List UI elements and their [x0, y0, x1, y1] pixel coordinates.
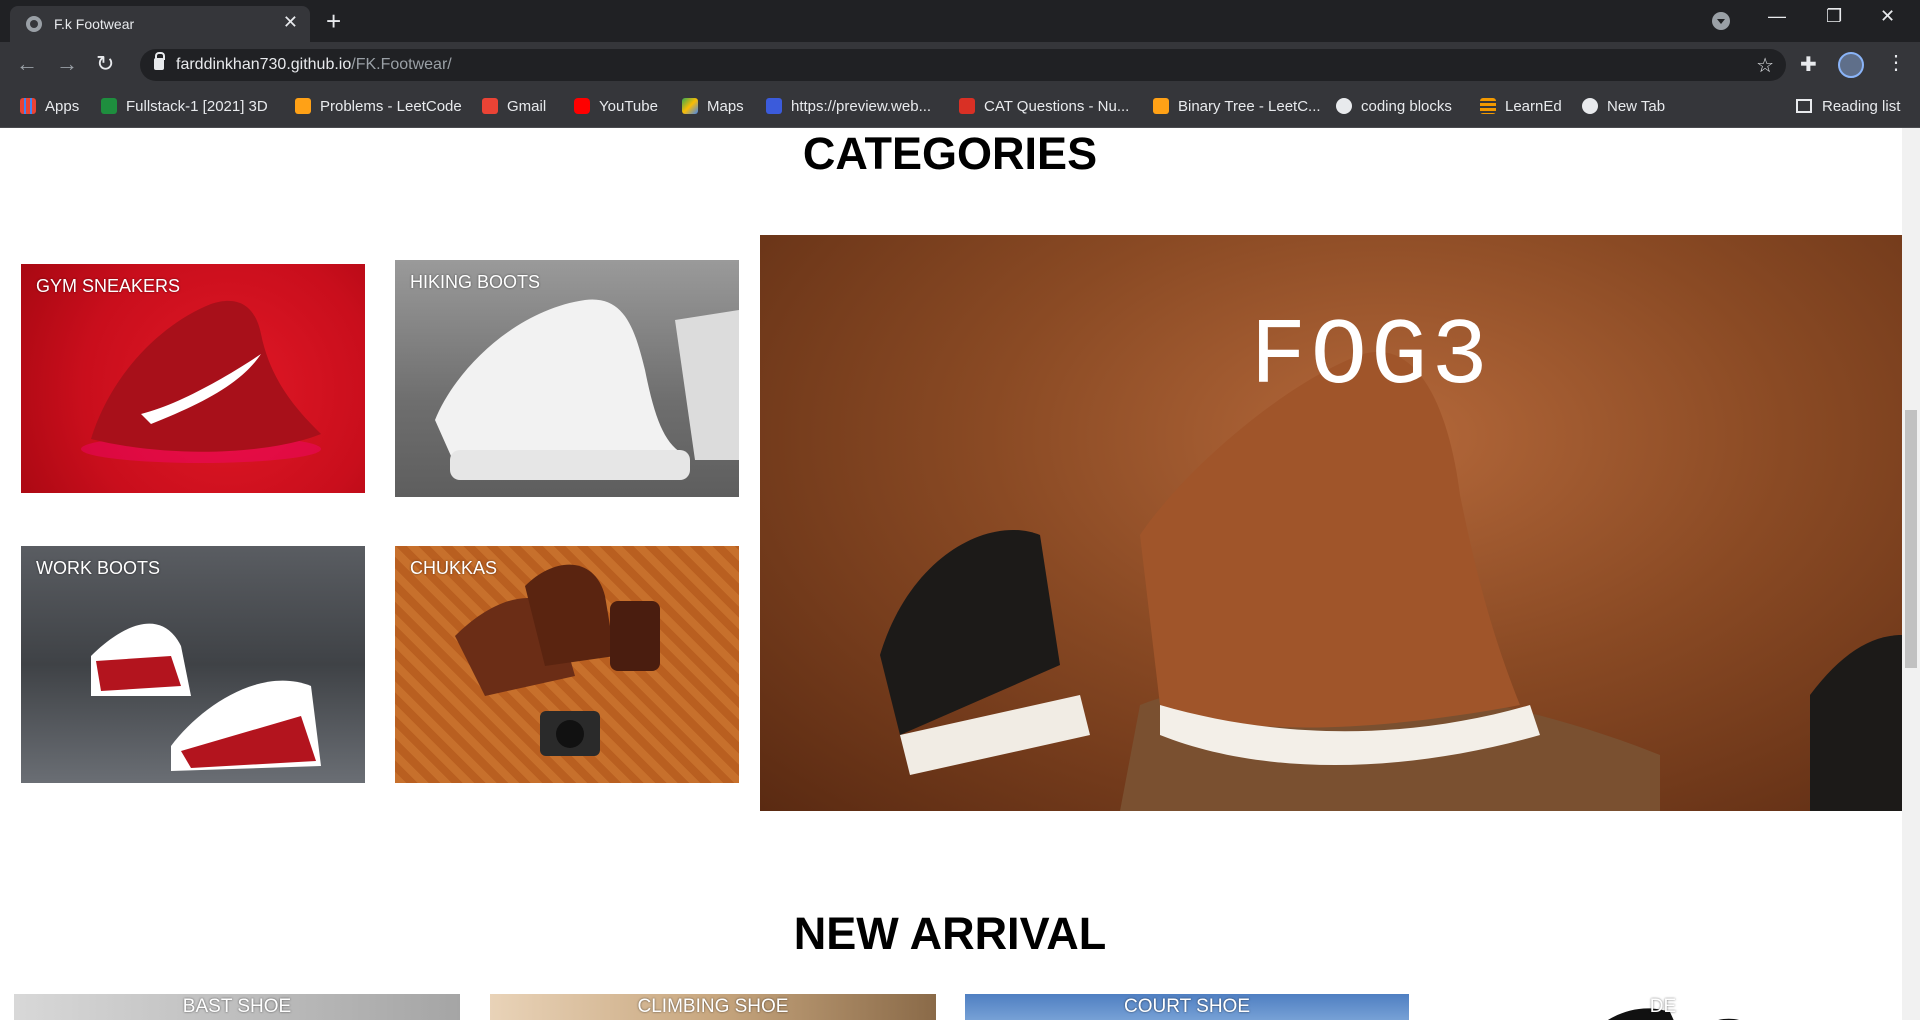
category-label: CHUKKAS	[410, 558, 498, 578]
page-scrollbar[interactable]	[1902, 128, 1920, 1020]
category-card-gym-sneakers[interactable]: GYM SNEAKERS	[21, 264, 365, 493]
category-label: GYM SNEAKERS	[36, 276, 181, 296]
red-sneaker-image	[81, 300, 321, 463]
leetcode-icon	[1153, 98, 1169, 114]
forward-icon[interactable]: →	[56, 52, 78, 76]
globe-icon	[1582, 98, 1598, 114]
category-card-chukkas[interactable]: CHUKKAS	[395, 546, 739, 783]
category-label: HIKING BOOTS	[410, 272, 541, 292]
browser-toolbar: ← → ↻ farddinkhan730.github.io/FK.Footwe…	[0, 42, 1920, 88]
featured-banner[interactable]: FOG3	[760, 235, 1902, 811]
category-card-work-boots[interactable]: WORK BOOTS	[21, 546, 365, 783]
bookmark-preview-web[interactable]: https://preview.web...	[766, 98, 931, 115]
scrollbar-thumb[interactable]	[1905, 410, 1917, 668]
classroom-icon	[101, 98, 117, 114]
close-tab-icon[interactable]: ✕	[283, 12, 298, 33]
bookmark-youtube[interactable]: YouTube	[574, 98, 658, 115]
categories-heading: CATEGORIES	[802, 128, 1098, 179]
minimize-icon[interactable]: —	[1768, 6, 1786, 27]
category-card-hiking-boots[interactable]: HIKING BOOTS	[395, 260, 739, 497]
bookmark-maps[interactable]: Maps	[682, 98, 744, 115]
new-arrival-heading: NEW ARRIVAL	[793, 908, 1107, 959]
reading-list-icon	[1796, 99, 1812, 113]
bookmark-learned[interactable]: LearnEd	[1480, 98, 1562, 115]
arrival-label: DE	[1649, 996, 1677, 1017]
url-text[interactable]: farddinkhan730.github.io/FK.Footwear/	[176, 56, 452, 74]
arrival-card-bast-shoe[interactable]: BAST SHOE	[14, 994, 460, 1020]
site-favicon-icon	[26, 16, 42, 32]
arrival-label: CLIMBING SHOE	[637, 996, 789, 1017]
bookmark-binary-tree[interactable]: Binary Tree - LeetC...	[1153, 98, 1321, 115]
lock-icon[interactable]	[154, 52, 165, 70]
hero-brand-text: FOG3	[1250, 305, 1492, 411]
learned-icon	[1480, 98, 1496, 114]
github-icon	[1336, 98, 1352, 114]
bookmarks-bar: Apps Fullstack-1 [2021] 3D Problems - Le…	[0, 88, 1920, 128]
category-label: WORK BOOTS	[36, 558, 161, 578]
tab-search-icon[interactable]	[1712, 12, 1730, 30]
bookmark-leetcode-problems[interactable]: Problems - LeetCode	[295, 98, 462, 115]
bookmark-fullstack[interactable]: Fullstack-1 [2021] 3D	[101, 98, 268, 115]
arrival-label: COURT SHOE	[1124, 996, 1250, 1017]
apps-grid-icon	[20, 98, 36, 114]
active-tab[interactable]: F.k Footwear ✕	[10, 6, 310, 42]
gmail-icon	[482, 98, 498, 114]
reading-list-button[interactable]: Reading list	[1796, 98, 1900, 115]
leetcode-icon	[295, 98, 311, 114]
bookmark-apps[interactable]: Apps	[20, 98, 79, 115]
webflow-icon	[766, 98, 782, 114]
red-white-sneakers-image	[91, 623, 321, 771]
restore-icon[interactable]: ❐	[1826, 6, 1842, 27]
bookmark-gmail[interactable]: Gmail	[482, 98, 546, 115]
address-bar[interactable]: farddinkhan730.github.io/FK.Footwear/ ☆	[140, 49, 1786, 81]
arrival-label: BAST SHOE	[182, 996, 292, 1017]
extensions-puzzle-icon[interactable]: ✚	[1800, 52, 1817, 77]
arrival-card-court-shoe[interactable]: COURT SHOE	[965, 994, 1409, 1020]
white-sneakers-image	[435, 299, 739, 480]
back-icon[interactable]: ←	[16, 52, 38, 76]
arrival-card-climbing-shoe[interactable]: CLIMBING SHOE	[490, 994, 936, 1020]
page-content: CATEGORIES GYM SNEAKERS HIKING BOOTS WOR…	[0, 128, 1902, 1020]
tab-title: F.k Footwear	[54, 16, 135, 32]
maps-icon	[682, 98, 698, 114]
bookmark-new-tab[interactable]: New Tab	[1582, 98, 1665, 115]
new-tab-button[interactable]: +	[326, 6, 341, 37]
window-close-icon[interactable]: ✕	[1880, 6, 1895, 27]
arrival-card-de[interactable]: DE	[1440, 994, 1886, 1020]
brown-boots-image	[455, 564, 660, 756]
tab-strip: F.k Footwear ✕ + — ❐ ✕	[0, 0, 1920, 42]
cat-icon	[959, 98, 975, 114]
bookmark-star-icon[interactable]: ☆	[1756, 53, 1774, 78]
bookmark-cat-questions[interactable]: CAT Questions - Nu...	[959, 98, 1129, 115]
bookmark-coding-blocks[interactable]: coding blocks	[1336, 98, 1452, 115]
reload-icon[interactable]: ↻	[96, 52, 114, 76]
youtube-icon	[574, 98, 590, 114]
profile-avatar[interactable]	[1838, 52, 1864, 78]
menu-kebab-icon[interactable]: ⋮	[1886, 50, 1906, 75]
